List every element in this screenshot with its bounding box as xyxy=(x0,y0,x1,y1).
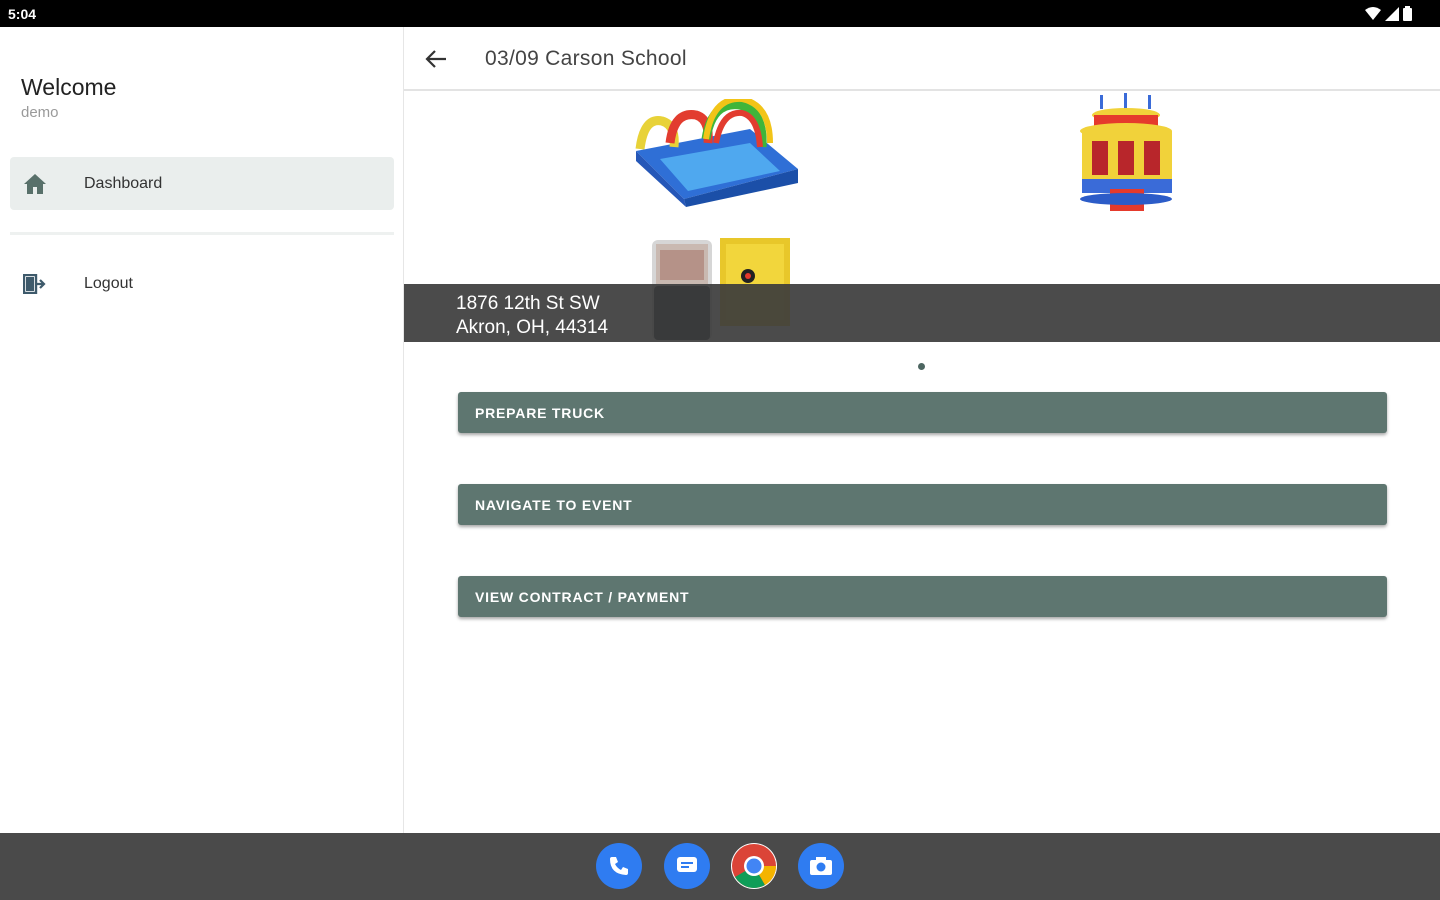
page-title: 03/09 Carson School xyxy=(485,47,687,70)
drawer-item-label: Logout xyxy=(84,274,133,292)
signal-icon xyxy=(1385,6,1399,21)
address-line-2: Akron, OH, 44314 xyxy=(456,317,609,338)
event-detail: 03/09 Carson School 1876 12th St SW Akro… xyxy=(404,27,1440,833)
drawer-item-logout[interactable]: Logout xyxy=(10,257,394,310)
logout-icon xyxy=(22,271,48,297)
wifi-icon xyxy=(1365,6,1381,20)
status-time: 5:04 xyxy=(8,6,37,22)
chrome-icon[interactable] xyxy=(731,843,777,889)
view-contract-payment-button[interactable]: VIEW CONTRACT / PAYMENT xyxy=(458,576,1387,617)
water-slide-image xyxy=(635,99,798,207)
drawer-divider xyxy=(10,232,394,235)
username-label: demo xyxy=(21,104,59,121)
drawer-item-label: Dashboard xyxy=(84,174,163,192)
navigate-to-event-button[interactable]: NAVIGATE TO EVENT xyxy=(458,484,1387,525)
app-bar: 03/09 Carson School xyxy=(404,27,1440,91)
address-overlay: 1876 12th St SW Akron, OH, 44314 xyxy=(404,284,1440,342)
back-arrow-icon[interactable] xyxy=(422,45,450,73)
address-line-1: 1876 12th St SW xyxy=(456,293,600,314)
status-icons xyxy=(1365,6,1412,21)
navigation-drawer: Welcome demo Dashboard Logout xyxy=(0,27,404,833)
welcome-heading: Welcome xyxy=(21,74,117,100)
system-dock xyxy=(0,833,1440,900)
drawer-item-dashboard[interactable]: Dashboard xyxy=(10,157,394,210)
messages-icon[interactable] xyxy=(664,843,710,889)
prepare-truck-button[interactable]: PREPARE TRUCK xyxy=(458,392,1387,433)
home-icon xyxy=(22,171,48,197)
status-bar: 5:04 xyxy=(0,0,1440,27)
event-image-carousel[interactable]: 1876 12th St SW Akron, OH, 44314 xyxy=(404,93,1440,342)
bounce-house-image xyxy=(1080,93,1172,211)
camera-icon[interactable] xyxy=(798,843,844,889)
carousel-indicator-dot[interactable] xyxy=(918,363,925,370)
phone-icon[interactable] xyxy=(596,843,642,889)
battery-icon xyxy=(1403,6,1412,21)
